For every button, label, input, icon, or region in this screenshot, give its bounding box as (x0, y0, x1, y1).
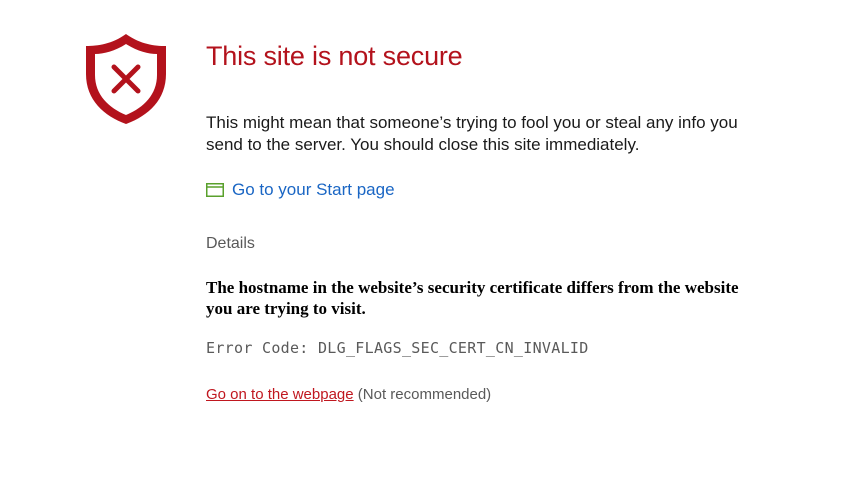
not-recommended-label: (Not recommended) (357, 386, 492, 403)
shield-error-icon (86, 34, 166, 124)
security-warning-page: This site is not secure This might mean … (0, 0, 848, 477)
details-toggle[interactable]: Details (206, 235, 255, 253)
certificate-message: The hostname in the website’s security c… (206, 278, 739, 318)
error-code: Error Code: DLG_FLAGS_SEC_CERT_CN_INVALI… (206, 339, 589, 357)
start-page-link[interactable]: Go to your Start page (206, 179, 395, 201)
start-page-label: Go to your Start page (232, 180, 395, 199)
browser-window-icon (206, 183, 224, 197)
warning-content: This site is not secure This might mean … (206, 40, 806, 403)
warning-description: This might mean that someone’s trying to… (206, 113, 738, 154)
go-on-link[interactable]: Go on to the webpage (206, 386, 354, 403)
page-title: This site is not secure (206, 41, 463, 71)
go-on-row: Go on to the webpage (Not recommended) (206, 386, 491, 403)
